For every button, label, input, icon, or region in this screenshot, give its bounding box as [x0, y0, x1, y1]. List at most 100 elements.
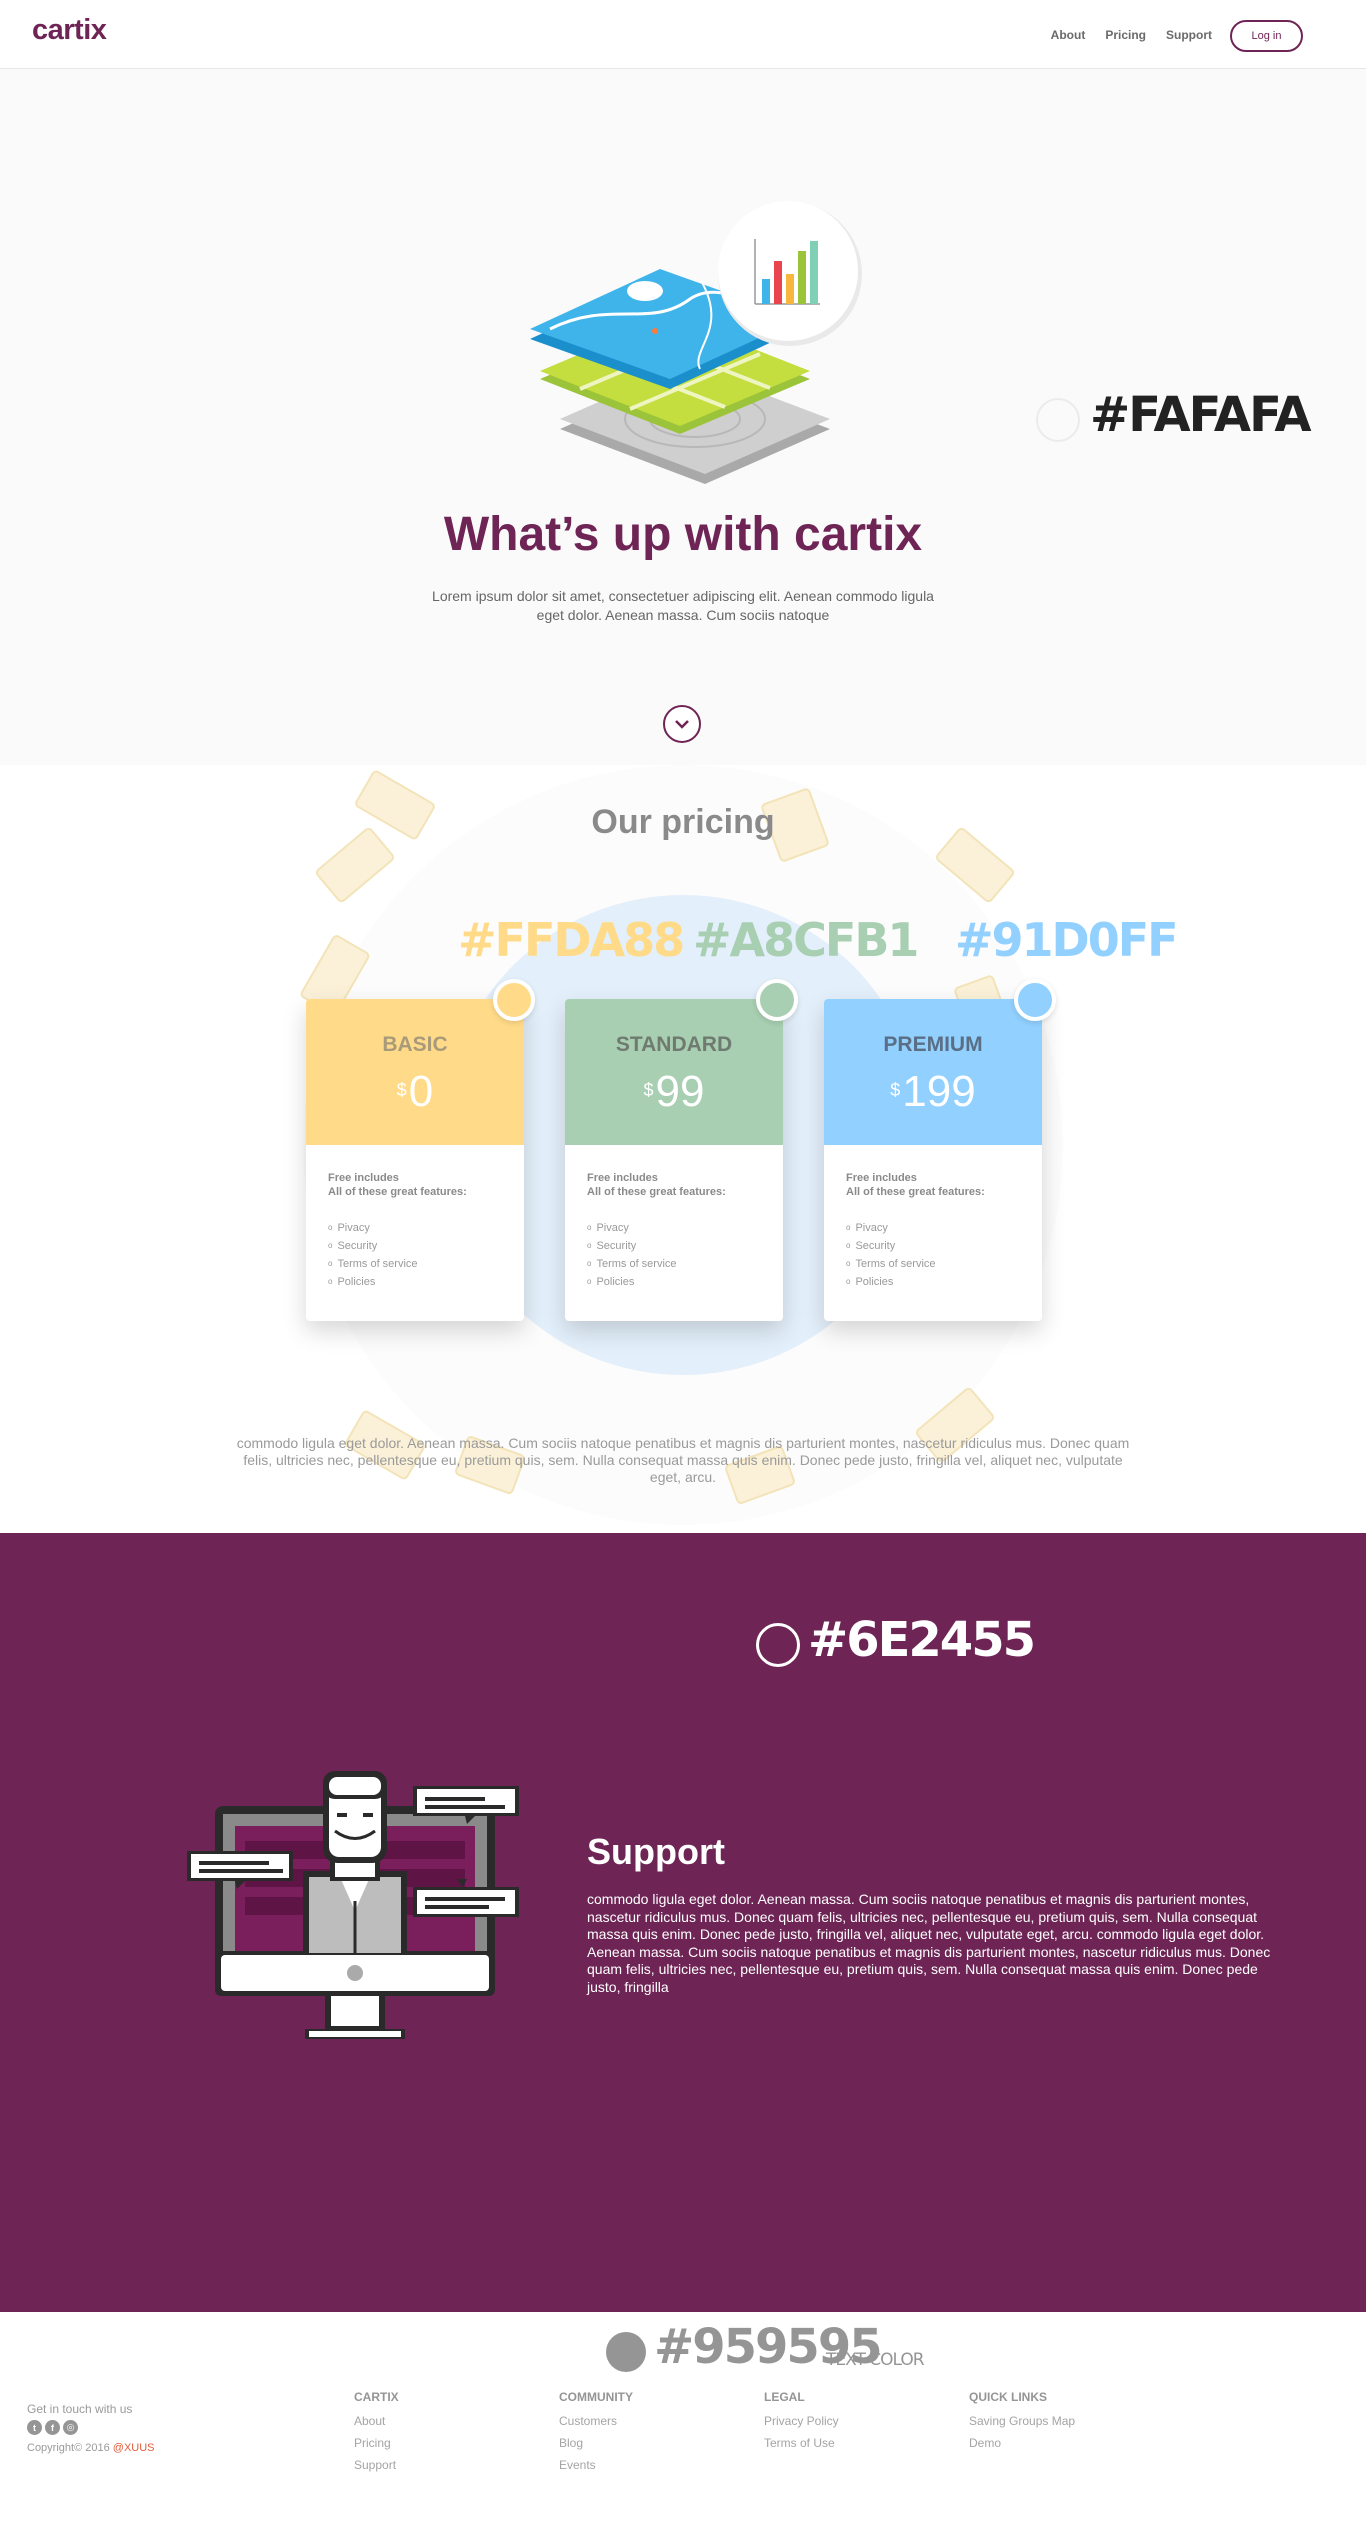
footer-link[interactable]: Customers	[559, 2410, 633, 2432]
scroll-down-button[interactable]	[663, 705, 701, 743]
footer-column-quick-links: QUICK LINKS Saving Groups Map Demo	[969, 2390, 1075, 2454]
features-head-2: All of these great features:	[846, 1186, 985, 1198]
6e2455-hex-label: #6E2455	[808, 1612, 1036, 1668]
login-button[interactable]: Log in	[1230, 20, 1303, 52]
features-list: Pivacy Security Terms of service Policie…	[328, 1219, 502, 1291]
card-body: Free includes All of these great feature…	[565, 1145, 783, 1291]
footer-link[interactable]: About	[354, 2410, 399, 2432]
footer-link[interactable]: Terms of Use	[764, 2432, 839, 2454]
fafafa-hex-label: #FAFAFA	[1090, 387, 1312, 443]
price-value: 99	[655, 1067, 705, 1116]
price-value: 0	[408, 1067, 434, 1116]
features-head-2: All of these great features:	[328, 1186, 467, 1198]
hero-text: Lorem ipsum dolor sit amet, consectetuer…	[432, 588, 934, 623]
footer-column-title: LEGAL	[764, 2390, 805, 2404]
pricing-section: Our pricing #FFDA88 #A8CFB1 #91D0FF BASI…	[0, 765, 1366, 1533]
ffda88-hex-label: #FFDA88	[458, 913, 685, 967]
feature-item: Terms of service	[846, 1255, 1020, 1273]
feature-item: Terms of service	[328, 1255, 502, 1273]
footer-link[interactable]: Pricing	[354, 2432, 399, 2454]
get-in-touch-text: Get in touch with us	[27, 2402, 133, 2416]
card-header: BASIC $0	[306, 999, 524, 1145]
footer-link[interactable]: Events	[559, 2454, 633, 2476]
currency-symbol: $	[643, 1080, 654, 1100]
pricing-card-premium[interactable]: PREMIUM $199 Free includes All of these …	[824, 999, 1042, 1321]
plan-price: $199	[824, 1067, 1042, 1117]
social-links: t f ◎	[27, 2420, 78, 2435]
a8cfb1-hex-label: #A8CFB1	[693, 913, 919, 967]
91d0ff-hex-label: #91D0FF	[955, 913, 1179, 967]
pricing-title: Our pricing	[591, 803, 775, 841]
currency-symbol: $	[890, 1080, 901, 1100]
fafafa-swatch-circle	[1036, 398, 1080, 442]
card-body: Free includes All of these great feature…	[306, 1145, 524, 1291]
plan-price: $99	[565, 1067, 783, 1117]
card-header: STANDARD $99	[565, 999, 783, 1145]
feature-item: Pivacy	[846, 1219, 1020, 1237]
card-header: PREMIUM $199	[824, 999, 1042, 1145]
plan-name: PREMIUM	[883, 1033, 983, 1056]
logo[interactable]: cartix	[32, 14, 107, 47]
support-text: commodo ligula eget dolor. Aenean massa.…	[587, 1891, 1271, 1995]
features-head-1: Free includes	[846, 1172, 917, 1184]
nav-links: About Pricing Support	[1051, 28, 1212, 42]
footer-column-community: COMMUNITY Customers Blog Events	[559, 2390, 633, 2476]
959595-swatch-circle	[606, 2332, 646, 2372]
currency-symbol: $	[396, 1080, 407, 1100]
footer-link[interactable]: Privacy Policy	[764, 2410, 839, 2432]
footer: #959595 TEXT COLOR Get in touch with us …	[0, 2312, 1366, 2542]
twitter-icon[interactable]: t	[27, 2420, 42, 2435]
feature-item: Security	[846, 1237, 1020, 1255]
chevron-down-icon	[675, 720, 689, 729]
footer-link[interactable]: Demo	[969, 2432, 1075, 2454]
basic-color-dot	[493, 979, 535, 1021]
facebook-icon[interactable]: f	[45, 2420, 60, 2435]
footer-column-title: CARTIX	[354, 2390, 399, 2404]
card-body: Free includes All of these great feature…	[824, 1145, 1042, 1291]
pricing-card-basic[interactable]: BASIC $0 Free includes All of these grea…	[306, 999, 524, 1321]
top-nav: cartix About Pricing Support Log in	[0, 0, 1366, 69]
feature-item: Policies	[846, 1273, 1020, 1291]
price-value: 199	[902, 1067, 976, 1116]
nav-link-about[interactable]: About	[1051, 28, 1086, 42]
footer-column-title: COMMUNITY	[559, 2390, 633, 2404]
feature-item: Pivacy	[587, 1219, 761, 1237]
premium-color-dot	[1014, 979, 1056, 1021]
hero-section: #FAFAFA What’s up with cartix Lorem ipsu…	[0, 69, 1366, 765]
feature-item: Terms of service	[587, 1255, 761, 1273]
footer-link[interactable]: Blog	[559, 2432, 633, 2454]
6e2455-swatch-circle	[756, 1623, 800, 1667]
plan-name: BASIC	[382, 1033, 448, 1056]
support-section: #6E2455 Support commodo ligula eget dolo…	[0, 1533, 1366, 2312]
hero-illustration	[530, 201, 862, 484]
feature-item: Policies	[587, 1273, 761, 1291]
features-head-1: Free includes	[587, 1172, 658, 1184]
footer-column-cartix: CARTIX About Pricing Support	[354, 2390, 399, 2476]
dribbble-icon[interactable]: ◎	[63, 2420, 78, 2435]
pricing-description: commodo ligula eget dolor. Aenean massa.…	[236, 1435, 1130, 1485]
features-head-2: All of these great features:	[587, 1186, 726, 1198]
feature-item: Pivacy	[328, 1219, 502, 1237]
support-title: Support	[587, 1831, 725, 1872]
standard-color-dot	[756, 979, 798, 1021]
nav-link-support[interactable]: Support	[1166, 28, 1212, 42]
feature-item: Security	[587, 1237, 761, 1255]
feature-item: Security	[328, 1237, 502, 1255]
footer-link[interactable]: Support	[354, 2454, 399, 2476]
plan-name: STANDARD	[615, 1033, 733, 1056]
nav-link-pricing[interactable]: Pricing	[1105, 28, 1146, 42]
footer-column-legal: LEGAL Privacy Policy Terms of Use	[764, 2390, 839, 2454]
feature-item: Policies	[328, 1273, 502, 1291]
copyright-brand[interactable]: @XUUS	[113, 2442, 155, 2454]
footer-column-title: QUICK LINKS	[969, 2390, 1047, 2404]
text-color-label: TEXT COLOR	[826, 2350, 925, 2370]
plan-price: $0	[306, 1067, 524, 1117]
copyright-text: Copyright© 2016	[27, 2442, 110, 2454]
pricing-card-standard[interactable]: STANDARD $99 Free includes All of these …	[565, 999, 783, 1321]
hero-title: What’s up with cartix	[443, 508, 923, 561]
features-list: Pivacy Security Terms of service Policie…	[587, 1219, 761, 1291]
features-head-1: Free includes	[328, 1172, 399, 1184]
support-agent-illustration	[187, 1771, 519, 2039]
footer-link[interactable]: Saving Groups Map	[969, 2410, 1075, 2432]
features-list: Pivacy Security Terms of service Policie…	[846, 1219, 1020, 1291]
